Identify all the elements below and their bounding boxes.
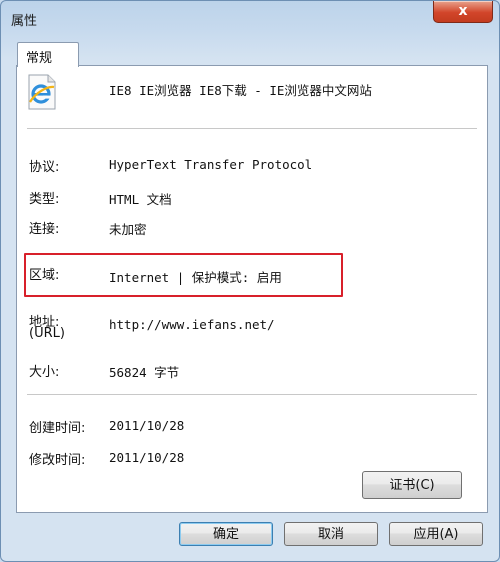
connection-label: 连接: <box>29 222 60 237</box>
address-value: http://www.iefans.net/ <box>109 317 275 332</box>
ie-page-icon <box>28 74 56 110</box>
cancel-button[interactable]: 取消 <box>284 522 378 546</box>
zone-label: 区域: <box>29 268 60 283</box>
ok-button[interactable]: 确定 <box>179 522 273 546</box>
modified-value: 2011/10/28 <box>109 450 185 465</box>
connection-value: 未加密 <box>109 222 147 237</box>
created-label: 创建时间: <box>29 421 86 436</box>
properties-dialog: 属性 x 常规 IE8 IE浏览器 IE8下载 - IE浏览器中文网站 协议: … <box>0 0 500 562</box>
type-value: HTML 文档 <box>109 192 172 207</box>
type-label: 类型: <box>29 192 60 207</box>
divider <box>27 128 477 129</box>
close-icon: x <box>458 3 468 19</box>
protocol-label: 协议: <box>29 160 60 175</box>
close-button[interactable]: x <box>433 1 493 23</box>
tab-general-label: 常规 <box>26 51 53 66</box>
size-label: 大小: <box>29 365 60 380</box>
divider <box>27 394 477 395</box>
created-value: 2011/10/28 <box>109 418 185 433</box>
tab-general[interactable]: 常规 <box>17 42 79 67</box>
general-panel: IE8 IE浏览器 IE8下载 - IE浏览器中文网站 协议: HyperTex… <box>16 65 488 513</box>
zone-value: Internet | 保护模式: 启用 <box>109 270 282 285</box>
size-value: 56824 字节 <box>109 365 180 380</box>
certificate-button[interactable]: 证书(C) <box>362 471 462 499</box>
title-bar[interactable]: 属性 x <box>1 1 499 35</box>
protocol-value: HyperText Transfer Protocol <box>109 157 313 172</box>
window-title: 属性 <box>11 14 38 29</box>
address-url-label: (URL) <box>29 326 65 341</box>
modified-label: 修改时间: <box>29 453 86 468</box>
apply-button[interactable]: 应用(A) <box>389 522 483 546</box>
page-title: IE8 IE浏览器 IE8下载 - IE浏览器中文网站 <box>109 83 372 98</box>
